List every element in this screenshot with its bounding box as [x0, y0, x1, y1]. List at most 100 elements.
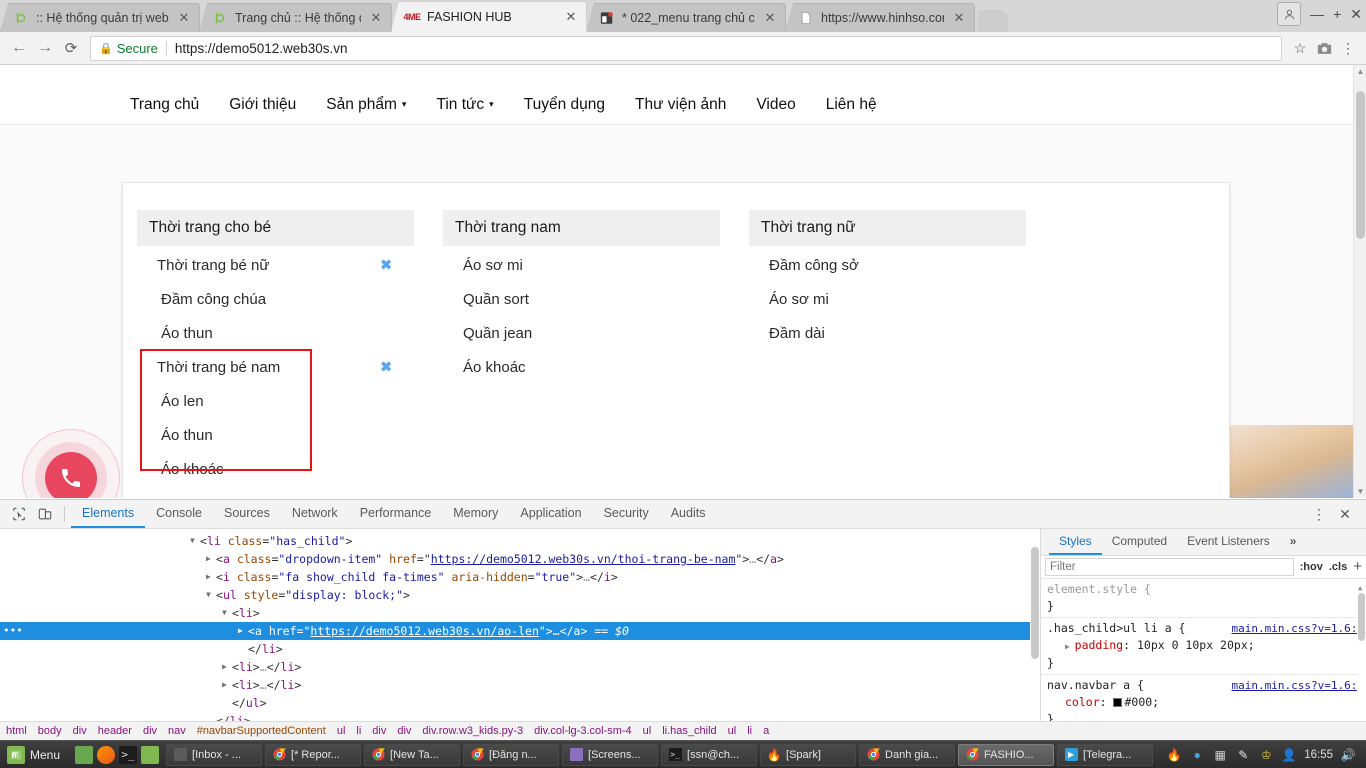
devtools-tab-network[interactable]: Network	[281, 500, 349, 528]
tree-scrollbar[interactable]	[1030, 529, 1040, 722]
firefox-icon[interactable]	[97, 745, 116, 764]
start-menu-button[interactable]: Menu	[4, 743, 68, 767]
mega-menu-item[interactable]: Áo thun	[137, 316, 414, 350]
page-scrollbar[interactable]: ▲ ▼	[1353, 65, 1366, 498]
site-nav-link-4[interactable]: Tuyển dụng	[524, 96, 605, 114]
new-tab-button[interactable]	[978, 10, 1008, 32]
mega-menu-item[interactable]: Áo thun	[137, 418, 414, 452]
tree-scrollbar-thumb[interactable]	[1031, 547, 1039, 659]
taskbar-window-button[interactable]: [Đăng n...	[463, 743, 560, 766]
site-nav-link-3[interactable]: Tin tức ▾	[436, 96, 493, 114]
device-toolbar-icon[interactable]	[32, 501, 58, 527]
taskbar-window-button[interactable]: FASHIO...	[958, 743, 1055, 766]
breadcrumb-item[interactable]: header	[98, 725, 132, 737]
styles-scrollbar[interactable]: ▲	[1357, 578, 1366, 722]
profile-avatar-icon[interactable]	[1277, 2, 1302, 26]
mega-menu-item[interactable]: Áo sơ mi	[749, 282, 1026, 316]
collapse-triangle-icon[interactable]: ▶	[222, 658, 232, 676]
breadcrumb-item[interactable]: #navbarSupportedContent	[197, 725, 326, 737]
inspect-cursor-icon[interactable]	[6, 501, 32, 527]
dom-breadcrumb[interactable]: html body div header div nav #navbarSupportedC…	[0, 721, 1366, 740]
color-swatch-icon[interactable]	[1113, 697, 1123, 707]
expand-triangle-icon[interactable]: ▼	[190, 532, 200, 550]
dom-node[interactable]: ▶ < a class = "dropdown-item" href = " https://…	[0, 550, 1040, 568]
devtools-tab-sources[interactable]: Sources	[213, 500, 281, 528]
styles-filter-input[interactable]	[1045, 557, 1294, 576]
site-nav-link-7[interactable]: Liên hệ	[826, 96, 877, 114]
close-icon[interactable]: ✖	[380, 257, 392, 274]
devtools-tab-elements[interactable]: Elements	[71, 500, 146, 528]
pen-tray-icon[interactable]: ✎	[1235, 747, 1251, 763]
mega-menu-item[interactable]: Áo sơ mi	[443, 248, 720, 282]
tab-close-icon[interactable]: ✕	[367, 10, 385, 26]
devtools-tab-application[interactable]: Application	[509, 500, 592, 528]
volume-icon[interactable]: 🔊	[1340, 747, 1356, 763]
scroll-down-arrow[interactable]: ▼	[1354, 485, 1366, 498]
dom-node[interactable]: </li >	[0, 640, 1040, 658]
breadcrumb-item[interactable]: nav	[168, 725, 186, 737]
tab-close-icon[interactable]: ✕	[562, 9, 580, 25]
css-selector[interactable]: .has_child>ul li a {	[1047, 620, 1185, 637]
browser-tab-active[interactable]: 4ME FASHION HUB ✕	[391, 1, 587, 32]
show-desktop-icon[interactable]	[75, 745, 94, 764]
cls-toggle-button[interactable]: .cls	[1329, 561, 1347, 573]
dom-node[interactable]: ▶ < li >… </li >	[0, 676, 1040, 694]
taskbar-window-button[interactable]: [Screens...	[562, 743, 659, 766]
breadcrumb-item[interactable]: li	[356, 725, 361, 737]
taskbar-window-button[interactable]: ▶ [Telegra...	[1057, 743, 1154, 766]
css-property-name[interactable]: color	[1065, 695, 1100, 709]
browser-tab[interactable]: :: Hệ thống quản trị web ✕	[0, 3, 200, 32]
collapse-triangle-icon[interactable]: ▶	[206, 550, 216, 568]
bookmark-star-icon[interactable]: ☆	[1288, 36, 1312, 60]
taskbar-window-button[interactable]: [Inbox - ...	[166, 743, 263, 766]
mega-menu-item[interactable]: Đầm dài	[749, 316, 1026, 350]
breadcrumb-item[interactable]: li.has_child	[662, 725, 716, 737]
breadcrumb-item[interactable]: html	[6, 725, 27, 737]
expand-shorthand-icon[interactable]: ▶	[1065, 642, 1075, 651]
breadcrumb-item[interactable]: ul	[643, 725, 652, 737]
collapse-triangle-icon[interactable]: ▶	[238, 622, 248, 640]
css-declaration[interactable]: ▶ padding: 10px 0 10px 20px;	[1047, 637, 1366, 655]
camera-icon[interactable]	[1312, 36, 1336, 60]
breadcrumb-item[interactable]: div.col-lg-3.col-sm-4	[534, 725, 632, 737]
collapse-triangle-icon[interactable]: ▶	[206, 568, 216, 586]
tab-close-icon[interactable]: ✕	[950, 10, 968, 26]
mega-menu-item[interactable]: Áo khoác	[137, 452, 414, 486]
mega-menu-item[interactable]: Quần jean	[443, 316, 720, 350]
files-icon[interactable]	[141, 745, 160, 764]
breadcrumb-item[interactable]: div	[372, 725, 386, 737]
css-declaration[interactable]: color: #000;	[1047, 694, 1366, 711]
site-nav-link-6[interactable]: Video	[756, 96, 795, 114]
css-selector[interactable]: element.style {	[1047, 581, 1151, 598]
taskbar-window-button[interactable]: 🔥 [Spark]	[760, 743, 857, 766]
css-rule[interactable]: element.style {}	[1041, 579, 1366, 618]
products-mega-dropdown[interactable]: Thời trang cho bé Thời trang bé nữ ✖ Đầm cô…	[122, 182, 1230, 498]
taskbar-clock[interactable]: 16:55	[1304, 749, 1333, 761]
dom-node[interactable]: ▶ < li >… </li >	[0, 658, 1040, 676]
mega-menu-item[interactable]: Thời trang bé nam ✖	[137, 350, 414, 384]
breadcrumb-item[interactable]: div	[397, 725, 411, 737]
css-property-name[interactable]: padding	[1075, 638, 1123, 652]
scrollbar-thumb[interactable]	[1356, 91, 1365, 239]
forward-icon[interactable]: →	[32, 35, 58, 61]
breadcrumb-item[interactable]: li	[747, 725, 752, 737]
taskbar-window-button[interactable]: >_ [ssn@ch...	[661, 743, 758, 766]
back-icon[interactable]: ←	[6, 35, 32, 61]
mega-menu-item[interactable]: Áo khoác	[443, 350, 720, 384]
breadcrumb-item[interactable]: ul	[337, 725, 346, 737]
address-bar[interactable]: 🔒 Secure https://demo5012.web30s.vn	[90, 35, 1282, 61]
taskbar-window-button[interactable]: [* Repor...	[265, 743, 362, 766]
breadcrumb-item[interactable]: body	[38, 725, 62, 737]
site-nav-link-2[interactable]: Sản phẩm ▾	[326, 96, 406, 114]
styles-tab-computed[interactable]: Computed	[1102, 529, 1177, 555]
terminal-icon[interactable]: >_	[119, 745, 138, 764]
telegram-tray-icon[interactable]: ●	[1189, 747, 1205, 763]
vpn-tray-icon[interactable]: ♔	[1258, 747, 1274, 763]
css-rule[interactable]: .has_child>ul li a {main.min.css?v=1.6:1…	[1041, 618, 1366, 675]
mega-menu-item[interactable]: Áo len	[137, 384, 414, 418]
breadcrumb-item[interactable]: div	[73, 725, 87, 737]
call-widget[interactable]	[22, 429, 120, 498]
taskbar-window-button[interactable]: [New Ta...	[364, 743, 461, 766]
mega-menu-item[interactable]: Thời trang bé nữ ✖	[137, 248, 414, 282]
site-nav-link-5[interactable]: Thư viện ảnh	[635, 96, 726, 114]
